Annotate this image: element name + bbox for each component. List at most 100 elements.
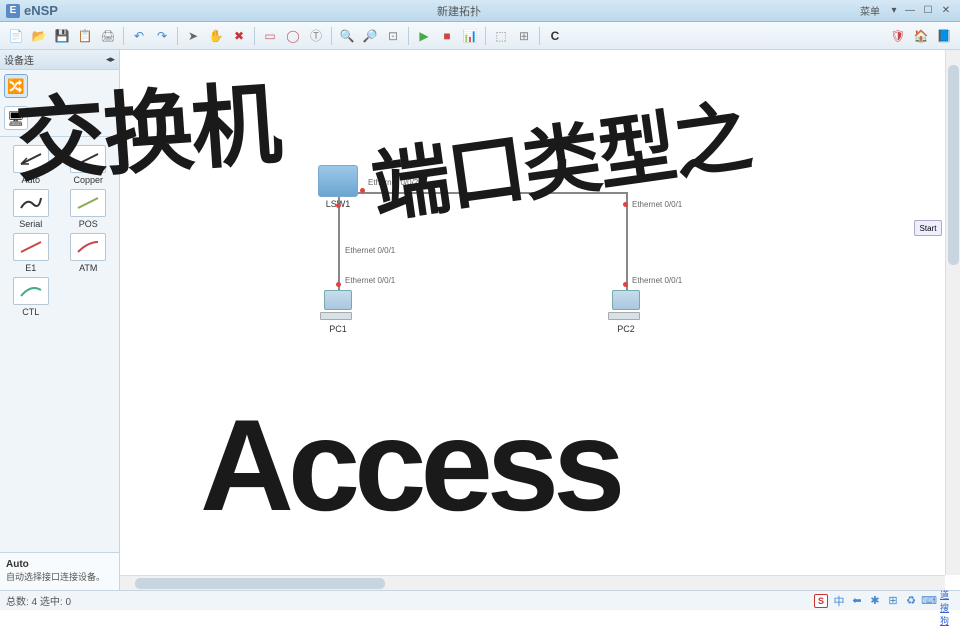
status-count: 总数: 4 选中: 0 bbox=[6, 593, 71, 608]
pc-icon bbox=[608, 290, 644, 322]
connection-grid: Auto Copper Serial POS E1 ATM bbox=[0, 139, 119, 323]
pointer-button[interactable]: ➤ bbox=[183, 26, 203, 46]
info-title: Auto bbox=[6, 559, 113, 570]
settings-button[interactable]: 📘 bbox=[934, 26, 954, 46]
pan-button[interactable]: ✋ bbox=[206, 26, 226, 46]
title-bar: E eNSP 新建拓扑 菜单 ▾ — ☐ ✕ bbox=[0, 0, 960, 22]
tray-icon[interactable]: S bbox=[814, 594, 828, 608]
sidebar-tab-label: 设备连 bbox=[4, 52, 34, 67]
port-label: Ethernet 0/0/1 bbox=[345, 276, 395, 285]
help-button[interactable]: 🛡 bbox=[888, 26, 908, 46]
port-label: Ethernet 0/0/1 bbox=[345, 246, 395, 255]
switch-icon bbox=[318, 165, 358, 197]
port-indicator bbox=[336, 203, 341, 208]
start-all-button[interactable]: ▶ bbox=[414, 26, 434, 46]
toolbar-sep bbox=[254, 27, 255, 45]
device-label: PC2 bbox=[617, 324, 635, 334]
rect-button[interactable]: ▭ bbox=[260, 26, 280, 46]
link-line[interactable] bbox=[338, 192, 628, 194]
scrollbar-thumb[interactable] bbox=[135, 578, 385, 589]
open-button[interactable]: 📂 bbox=[29, 26, 49, 46]
conn-e1[interactable]: E1 bbox=[6, 233, 56, 273]
device-category-row: 🖥 bbox=[0, 102, 119, 134]
tray-link[interactable]: 知道搜狗 bbox=[940, 594, 954, 608]
text-button[interactable]: Ⓣ bbox=[306, 26, 326, 46]
ellipse-button[interactable]: ◯ bbox=[283, 26, 303, 46]
port-indicator bbox=[360, 188, 365, 193]
toolbar: 📄 📂 💾 📋 🖨 ↶ ↷ ➤ ✋ ✖ ▭ ◯ Ⓣ 🔍 🔎 ⊡ ▶ ■ 📊 ⬚ … bbox=[0, 22, 960, 50]
toolbar-sep bbox=[331, 27, 332, 45]
zoom-fit-button[interactable]: ⊡ bbox=[383, 26, 403, 46]
category-router[interactable]: 🔀 bbox=[4, 74, 28, 98]
status-bar: 总数: 4 选中: 0 S 中 ⬅ ✱ ⊞ ♻ ⌨ 知道搜狗 bbox=[0, 590, 960, 610]
sidebar: 设备连 ◂▸ 🔀 🖥 Auto Copper Serial bbox=[0, 50, 120, 590]
device-pc2[interactable]: PC2 bbox=[608, 290, 644, 334]
close-button[interactable]: ✕ bbox=[938, 4, 954, 18]
capture-button[interactable]: 📊 bbox=[460, 26, 480, 46]
new-button[interactable]: 📄 bbox=[6, 26, 26, 46]
save-button[interactable]: 💾 bbox=[52, 26, 72, 46]
undo-button[interactable]: ↶ bbox=[129, 26, 149, 46]
conn-serial[interactable]: Serial bbox=[6, 189, 56, 229]
delete-button[interactable]: ✖ bbox=[229, 26, 249, 46]
home-button[interactable]: 🏠 bbox=[911, 26, 931, 46]
toolbar-sep bbox=[408, 27, 409, 45]
device-label: PC1 bbox=[329, 324, 347, 334]
conn-atm[interactable]: ATM bbox=[64, 233, 114, 273]
toolbar-sep bbox=[539, 27, 540, 45]
print-button[interactable]: 🖨 bbox=[98, 26, 118, 46]
scrollbar-vertical[interactable] bbox=[945, 50, 960, 575]
info-desc: 自动选择接口连接设备。 bbox=[6, 572, 113, 584]
sidebar-tab[interactable]: 设备连 ◂▸ bbox=[0, 50, 119, 70]
device-pc1[interactable]: PC1 bbox=[320, 290, 356, 334]
conn-auto[interactable]: Auto bbox=[6, 145, 56, 185]
logo-icon: E bbox=[6, 4, 20, 18]
tray-icon[interactable]: ⊞ bbox=[886, 594, 900, 608]
scrollbar-horizontal[interactable] bbox=[120, 575, 945, 590]
start-button[interactable]: Start bbox=[914, 220, 942, 236]
device-category-row: 🔀 bbox=[0, 70, 119, 102]
divider bbox=[0, 136, 119, 137]
port-indicator bbox=[623, 282, 628, 287]
conn-pos[interactable]: POS bbox=[64, 189, 114, 229]
conn-copper[interactable]: Copper bbox=[64, 145, 114, 185]
tool-button[interactable]: ⬚ bbox=[491, 26, 511, 46]
port-indicator bbox=[623, 202, 628, 207]
system-tray: S 中 ⬅ ✱ ⊞ ♻ ⌨ 知道搜狗 bbox=[814, 594, 954, 608]
scrollbar-thumb[interactable] bbox=[948, 65, 959, 265]
info-panel: Auto 自动选择接口连接设备。 bbox=[0, 552, 119, 590]
stop-all-button[interactable]: ■ bbox=[437, 26, 457, 46]
zoom-out-button[interactable]: 🔎 bbox=[360, 26, 380, 46]
port-indicator bbox=[336, 282, 341, 287]
pc-icon bbox=[320, 290, 356, 322]
app-name: eNSP bbox=[24, 3, 58, 18]
toolbar-sep bbox=[177, 27, 178, 45]
tray-icon[interactable]: ♻ bbox=[904, 594, 918, 608]
category-pc[interactable]: 🖥 bbox=[4, 106, 28, 130]
port-label: Ethernet 0/0/2 bbox=[368, 178, 418, 187]
ime-icon[interactable]: 中 bbox=[832, 594, 846, 608]
link-line[interactable] bbox=[338, 195, 340, 290]
redo-button[interactable]: ↷ bbox=[152, 26, 172, 46]
tool-button[interactable]: ⊞ bbox=[514, 26, 534, 46]
minimize-button[interactable]: — bbox=[902, 4, 918, 18]
window-title: 新建拓扑 bbox=[58, 3, 860, 19]
zoom-in-button[interactable]: 🔍 bbox=[337, 26, 357, 46]
tray-icon[interactable]: ⬅ bbox=[850, 594, 864, 608]
port-label: Ethernet 0/0/1 bbox=[632, 200, 682, 209]
cli-button[interactable]: C bbox=[545, 26, 565, 46]
save-as-button[interactable]: 📋 bbox=[75, 26, 95, 46]
tab-chevron-icon[interactable]: ◂▸ bbox=[106, 54, 115, 65]
toolbar-sep bbox=[485, 27, 486, 45]
window-controls: — ☐ ✕ bbox=[902, 4, 954, 18]
menu-dropdown-icon[interactable]: ▾ bbox=[886, 4, 902, 18]
conn-ctl[interactable]: CTL bbox=[6, 277, 56, 317]
tray-icon[interactable]: ✱ bbox=[868, 594, 882, 608]
app-logo: E eNSP bbox=[6, 3, 58, 18]
menu-label[interactable]: 菜单 bbox=[860, 3, 880, 18]
maximize-button[interactable]: ☐ bbox=[920, 4, 936, 18]
canvas[interactable]: LSW1 Ethernet 0/0/1 Ethernet 0/0/2 Ether… bbox=[120, 50, 960, 590]
toolbar-sep bbox=[123, 27, 124, 45]
tray-icon[interactable]: ⌨ bbox=[922, 594, 936, 608]
port-label: Ethernet 0/0/1 bbox=[632, 276, 682, 285]
